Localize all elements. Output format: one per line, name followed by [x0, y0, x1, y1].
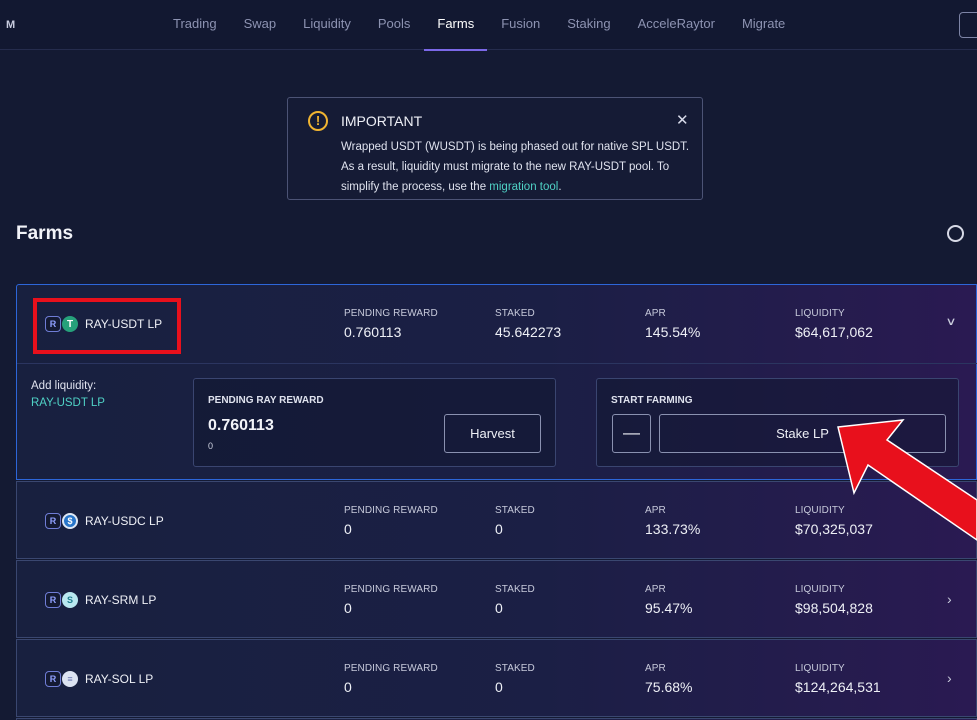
liquidity-label: LIQUIDITY — [795, 308, 845, 319]
chevron-right-icon[interactable]: › — [947, 591, 952, 607]
liquidity-stat: LIQUIDITY $98,504,828 — [795, 584, 873, 616]
annotation-highlight-box — [33, 298, 181, 354]
close-icon[interactable]: ✕ — [676, 111, 689, 129]
apr-value: 75.68% — [645, 679, 693, 695]
liquidity-label: LIQUIDITY — [795, 663, 845, 674]
chevron-down-icon[interactable]: ∨ — [945, 315, 956, 328]
farm-row[interactable]: R S RAY-SRM LP PENDING REWARD 0 STAKED 0… — [17, 561, 977, 639]
ray-token-icon: R — [45, 671, 61, 687]
harvest-button[interactable]: Harvest — [444, 414, 541, 453]
farm-pair: R $ RAY-USDC LP — [45, 512, 164, 530]
apr-stat: APR 75.68% — [645, 663, 692, 695]
divider — [17, 363, 977, 364]
migration-tool-link[interactable]: migration tool — [489, 181, 558, 193]
pending-reward-stat: PENDING REWARD 0 — [344, 584, 438, 616]
farm-row[interactable]: R ≡ RAY-SOL LP PENDING REWARD 0 STAKED 0… — [17, 640, 977, 718]
liquidity-value: $124,264,531 — [795, 679, 881, 695]
add-liquidity-label: Add liquidity: — [31, 380, 97, 392]
pending-reward-label: PENDING REWARD — [344, 505, 438, 516]
liquidity-value: $98,504,828 — [795, 600, 873, 616]
usdc-token-icon: $ — [62, 513, 78, 529]
notice-body: Wrapped USDT (WUSDT) is being phased out… — [341, 137, 691, 197]
farm-card-ray-srm[interactable]: R S RAY-SRM LP PENDING REWARD 0 STAKED 0… — [16, 560, 977, 638]
tab-liquidity[interactable]: Liquidity — [290, 0, 364, 50]
liquidity-stat: LIQUIDITY $124,264,531 — [795, 663, 881, 695]
pending-reward-value: 0.760113 — [344, 324, 402, 340]
tab-acceleraytor[interactable]: AcceleRaytor — [625, 0, 728, 50]
ray-token-icon: R — [45, 592, 61, 608]
warning-icon: ! — [308, 111, 328, 131]
srm-token-icon: S — [62, 592, 78, 608]
liquidity-value: $64,617,062 — [795, 324, 873, 340]
ray-token-icon: R — [45, 513, 61, 529]
apr-label: APR — [645, 584, 666, 595]
pending-reward-stat: PENDING REWARD 0 — [344, 663, 438, 695]
staked-value: 0 — [495, 521, 503, 537]
tab-staking[interactable]: Staking — [554, 0, 623, 50]
add-liquidity-link[interactable]: RAY-USDT LP — [31, 397, 105, 409]
apr-value: 145.54% — [645, 324, 701, 340]
staked-stat: STAKED 0 — [495, 505, 535, 537]
apr-value: 95.47% — [645, 600, 693, 616]
staked-label: STAKED — [495, 308, 535, 319]
staked-label: STAKED — [495, 584, 535, 595]
apr-label: APR — [645, 663, 666, 674]
pending-reward-value: 0 — [344, 521, 352, 537]
tab-migrate[interactable]: Migrate — [729, 0, 798, 50]
staked-value: 0 — [495, 679, 503, 695]
staked-label: STAKED — [495, 663, 535, 674]
chevron-right-icon[interactable]: › — [947, 670, 952, 686]
important-notice: ! IMPORTANT ✕ Wrapped USDT (WUSDT) is be… — [287, 97, 703, 200]
pending-reward-label: PENDING REWARD — [344, 584, 438, 595]
farm-pair: R ≡ RAY-SOL LP — [45, 670, 153, 688]
annotation-arrow-icon — [837, 419, 977, 541]
pair-name: RAY-USDC LP — [85, 514, 164, 528]
nav-tabs: Trading Swap Liquidity Pools Farms Fusio… — [160, 0, 799, 51]
apr-stat: APR 95.47% — [645, 584, 692, 616]
staked-stat: STAKED 45.642273 — [495, 308, 561, 340]
page-title: Farms — [16, 223, 74, 244]
pending-reward-value: 0 — [344, 679, 352, 695]
apr-value: 133.73% — [645, 521, 701, 537]
tab-farms[interactable]: Farms — [424, 0, 488, 51]
sol-token-icon: ≡ — [62, 671, 78, 687]
notice-title: IMPORTANT — [341, 113, 423, 129]
pending-reward-label: PENDING REWARD — [344, 663, 438, 674]
pending-reward-stat: PENDING REWARD 0.760113 — [344, 308, 438, 340]
reward-label: PENDING RAY REWARD — [208, 395, 324, 406]
top-navigation: M Trading Swap Liquidity Pools Farms Fus… — [0, 0, 977, 51]
tab-fusion[interactable]: Fusion — [488, 0, 553, 50]
apr-label: APR — [645, 308, 666, 319]
tab-swap[interactable]: Swap — [231, 0, 290, 50]
tab-trading[interactable]: Trading — [160, 0, 230, 50]
apr-stat: APR 133.73% — [645, 505, 700, 537]
pending-reward-stat: PENDING REWARD 0 — [344, 505, 438, 537]
reward-value: 0.760113 — [208, 417, 274, 434]
pending-reward-label: PENDING REWARD — [344, 308, 438, 319]
tab-pools[interactable]: Pools — [365, 0, 424, 50]
staked-label: STAKED — [495, 505, 535, 516]
staked-value: 45.642273 — [495, 324, 562, 340]
liquidity-stat: LIQUIDITY $64,617,062 — [795, 308, 873, 340]
start-farming-label: START FARMING — [611, 395, 693, 406]
staked-stat: STAKED 0 — [495, 584, 535, 616]
staked-value: 0 — [495, 600, 503, 616]
pair-name: RAY-SRM LP — [85, 593, 157, 607]
app-logo[interactable]: M — [6, 19, 15, 31]
farm-card-ray-sol[interactable]: R ≡ RAY-SOL LP PENDING REWARD 0 STAKED 0… — [16, 639, 977, 717]
pending-reward-value: 0 — [344, 600, 352, 616]
refresh-icon[interactable] — [947, 225, 964, 242]
apr-stat: APR 145.54% — [645, 308, 700, 340]
apr-label: APR — [645, 505, 666, 516]
pending-ray-reward-panel: PENDING RAY REWARD 0.760113 0 Harvest — [193, 378, 556, 467]
unstake-minus-button[interactable]: — — [612, 414, 651, 453]
reward-subvalue: 0 — [208, 441, 214, 451]
connect-wallet-button[interactable] — [959, 12, 977, 38]
farm-pair: R S RAY-SRM LP — [45, 591, 156, 609]
notice-end: . — [558, 181, 562, 193]
staked-stat: STAKED 0 — [495, 663, 535, 695]
pair-name: RAY-SOL LP — [85, 672, 154, 686]
liquidity-label: LIQUIDITY — [795, 584, 845, 595]
